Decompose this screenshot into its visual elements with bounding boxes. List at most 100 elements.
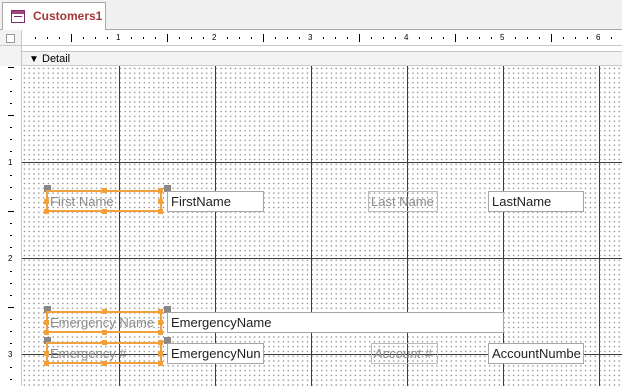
horizontal-ruler-ticks (35, 34, 612, 42)
ruler-tick (83, 37, 84, 39)
resize-handle[interactable] (158, 361, 163, 366)
form-selector-box (6, 34, 15, 43)
emergency-number-textbox[interactable]: EmergencyNun (167, 343, 264, 364)
resize-handle[interactable] (44, 320, 49, 325)
ruler-number: 1 (116, 33, 121, 42)
ruler-tick (10, 247, 12, 248)
ruler-tick (10, 283, 12, 284)
ruler-tick (191, 37, 192, 39)
ruler-tick (179, 37, 180, 39)
grid-line (215, 66, 216, 386)
ruler-number: 3 (308, 33, 313, 42)
ruler-tick (251, 37, 252, 39)
resize-handle[interactable] (102, 361, 107, 366)
ruler-number: 6 (596, 33, 601, 42)
ruler-tick (431, 37, 432, 39)
ruler-tick (515, 37, 516, 39)
ruler-tick (155, 37, 156, 39)
grid-line (311, 66, 312, 386)
ruler-tick (10, 271, 12, 272)
ruler-tick (47, 37, 48, 39)
resize-handle[interactable] (44, 361, 49, 366)
resize-handle[interactable] (158, 209, 163, 214)
ruler-tick (10, 175, 12, 176)
ruler-tick (10, 127, 12, 128)
resize-handle[interactable] (102, 309, 107, 314)
document-tab-title: Customers1 (33, 9, 103, 23)
resize-handle[interactable] (158, 199, 163, 204)
ruler-tick (131, 37, 132, 39)
resize-handle[interactable] (44, 209, 49, 214)
ruler-tick (419, 37, 420, 39)
last-name-textbox[interactable]: LastName (488, 191, 584, 212)
ruler-tick (71, 34, 72, 42)
resize-handle[interactable] (44, 330, 49, 335)
ruler-tick (143, 37, 144, 39)
ruler-tick (383, 37, 384, 39)
ruler-tick (287, 37, 288, 39)
section-selector[interactable] (0, 46, 22, 66)
resize-handle[interactable] (158, 188, 163, 193)
ruler-tick (10, 343, 12, 344)
ruler-tick (551, 34, 552, 42)
grid-line (503, 66, 504, 386)
resize-handle[interactable] (44, 351, 49, 356)
resize-handle[interactable] (102, 330, 107, 335)
ruler-tick (10, 139, 12, 140)
ruler-tick (10, 223, 12, 224)
ruler-tick (10, 319, 12, 320)
ruler-tick (539, 37, 540, 39)
ruler-tick (371, 37, 372, 39)
grid-line (22, 258, 622, 259)
grid-line (22, 162, 622, 163)
document-tab-customers1[interactable]: Customers1 (2, 2, 106, 30)
ruler-tick (443, 37, 444, 39)
resize-handle[interactable] (158, 340, 163, 345)
vertical-ruler[interactable]: 1 2 3 (0, 66, 22, 386)
ruler-tick (59, 37, 60, 39)
resize-handle[interactable] (102, 209, 107, 214)
resize-handle[interactable] (102, 340, 107, 345)
resize-handle[interactable] (44, 199, 49, 204)
resize-handle[interactable] (158, 351, 163, 356)
ruler-tick (10, 91, 12, 92)
emergency-name-textbox[interactable]: EmergencyName (167, 312, 504, 333)
ruler-tick (10, 199, 12, 200)
ruler-number: 5 (500, 33, 505, 42)
ruler-tick (10, 235, 12, 236)
section-label: Detail (42, 53, 71, 65)
ruler-number: 3 (8, 350, 13, 359)
account-number-textbox[interactable]: AccountNumbe (488, 343, 584, 364)
ruler-tick (10, 379, 12, 380)
detail-section-bar[interactable]: ▼ Detail (22, 51, 622, 66)
resize-handle[interactable] (158, 320, 163, 325)
vertical-ruler-ticks (8, 67, 14, 380)
ruler-tick (239, 37, 240, 39)
ruler-tick (107, 37, 108, 39)
grid-line (599, 66, 600, 386)
ruler-tick (347, 37, 348, 39)
account-number-label[interactable]: Account # (371, 343, 438, 364)
last-name-label[interactable]: Last Name (368, 191, 438, 212)
ruler-tick (323, 37, 324, 39)
ruler-tick (563, 37, 564, 39)
ruler-tick (227, 37, 228, 39)
ruler-tick (8, 307, 14, 308)
ruler-tick (35, 37, 36, 39)
horizontal-ruler[interactable]: 1 2 3 4 5 6 (22, 30, 622, 46)
ruler-tick (467, 37, 468, 39)
ruler-tick (359, 34, 360, 42)
ruler-tick (10, 79, 12, 80)
resize-handle[interactable] (158, 309, 163, 314)
ruler-tick (10, 151, 12, 152)
form-icon (11, 10, 25, 23)
ruler-tick (491, 37, 492, 39)
ruler-tick (479, 37, 480, 39)
resize-handle[interactable] (102, 188, 107, 193)
first-name-textbox[interactable]: FirstName (167, 191, 264, 212)
ruler-tick (299, 37, 300, 39)
detail-design-grid[interactable] (22, 66, 622, 386)
ruler-tick (10, 187, 12, 188)
resize-handle[interactable] (158, 330, 163, 335)
ruler-tick (10, 103, 12, 104)
